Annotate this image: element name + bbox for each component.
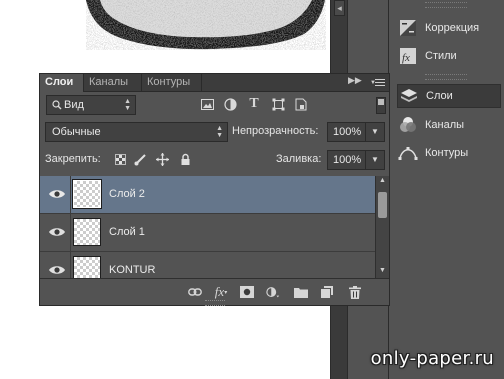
dock-item-label: Контуры	[425, 147, 469, 159]
fill-field[interactable]: 100% ▼	[327, 150, 385, 170]
filter-toggle-switch[interactable]	[376, 97, 386, 114]
layer-thumbnail	[73, 218, 101, 246]
layer-row[interactable]: KONTUR	[40, 252, 375, 278]
layer-name[interactable]: KONTUR	[109, 264, 155, 276]
eye-icon[interactable]	[48, 188, 66, 200]
lock-label: Закрепить:	[45, 153, 101, 165]
dock-item-paths[interactable]: Контуры	[397, 141, 501, 165]
dock-item-adjustments[interactable]: Коррекция	[397, 16, 501, 40]
new-layer-icon[interactable]	[320, 286, 334, 298]
dock-item-label: Стили	[425, 50, 457, 62]
dock-scroll-button[interactable]: ◂	[334, 0, 345, 16]
lock-all-icon[interactable]	[179, 153, 192, 166]
layer-name[interactable]: Слой 1	[109, 226, 145, 238]
scroll-down-icon[interactable]: ▼	[376, 266, 389, 276]
opacity-label: Непрозрачность:	[232, 125, 319, 137]
collapse-arrows-icon[interactable]: ▶▶	[348, 75, 362, 86]
channels-icon	[397, 115, 419, 135]
layer-name[interactable]: Слой 2	[109, 188, 145, 200]
tab-channels[interactable]: Каналы	[84, 74, 142, 91]
chevron-down-icon[interactable]: ▼	[365, 123, 384, 141]
dock-grip[interactable]	[425, 2, 467, 8]
panel-dock: Коррекция fx Стили Слои Каналы Контуры	[388, 0, 504, 379]
adjustment-filter-icon[interactable]	[223, 97, 237, 111]
layer-row[interactable]: Слой 2	[40, 176, 375, 214]
layer-filter-value: Вид	[64, 99, 84, 111]
type-filter-icon[interactable]: T	[247, 96, 261, 111]
tab-paths[interactable]: Контуры	[142, 74, 202, 91]
fill-label: Заливка:	[276, 153, 322, 165]
link-layers-icon[interactable]	[188, 286, 202, 298]
trash-icon[interactable]	[348, 285, 362, 299]
layers-icon	[398, 86, 420, 106]
scroll-up-icon[interactable]: ▲	[376, 176, 389, 186]
styles-icon: fx	[397, 46, 419, 66]
lock-pixels-icon[interactable]	[134, 153, 147, 166]
image-filter-icon[interactable]	[200, 97, 214, 111]
updown-arrows-icon: ▲ ▼	[216, 125, 223, 139]
panel-resize-grip[interactable]	[205, 300, 225, 306]
dock-item-layers[interactable]: Слои	[397, 84, 501, 108]
search-icon	[52, 96, 62, 120]
new-group-icon[interactable]	[294, 286, 308, 298]
eye-icon[interactable]	[48, 264, 66, 276]
dock-item-styles[interactable]: fx Стили	[397, 44, 501, 68]
watermark-text: only-paper.ru	[370, 348, 494, 369]
svg-text:fx: fx	[402, 52, 410, 64]
tab-layers[interactable]: Слои	[40, 74, 84, 92]
layers-panel: Слои Каналы Контуры ▶▶ ▼ Вид ▲ ▼ T Обычны…	[39, 73, 390, 306]
opacity-value: 100%	[333, 126, 362, 138]
dock-item-label: Каналы	[425, 119, 465, 131]
chevron-down-icon[interactable]: ▼	[365, 151, 384, 169]
panel-menu-icon[interactable]: ▼	[370, 76, 386, 88]
dock-item-channels[interactable]: Каналы	[397, 113, 501, 137]
dock-grip[interactable]	[425, 74, 467, 80]
layer-thumbnail	[73, 256, 101, 278]
lock-transparency-icon[interactable]	[114, 153, 127, 166]
scrollbar-thumb[interactable]	[378, 192, 387, 218]
smart-object-filter-icon[interactable]	[294, 97, 308, 111]
blend-mode-value: Обычные	[52, 126, 101, 138]
paths-icon	[397, 143, 419, 163]
fx-icon[interactable]: fx ▾	[214, 284, 228, 299]
layer-row[interactable]: Слой 1	[40, 214, 375, 252]
dock-item-label: Коррекция	[425, 22, 480, 34]
panel-tab-bar: Слои Каналы Контуры ▶▶ ▼	[40, 74, 389, 92]
lock-position-icon[interactable]	[156, 153, 169, 166]
shape-filter-icon[interactable]	[271, 97, 285, 111]
layer-thumbnail	[72, 179, 102, 209]
adjustment-layer-icon[interactable]	[266, 286, 280, 298]
eye-icon[interactable]	[48, 226, 66, 238]
layers-list: Слой 2 Слой 1 KONTUR	[40, 176, 375, 278]
fill-value: 100%	[333, 154, 362, 166]
add-mask-icon[interactable]	[240, 286, 254, 298]
opacity-field[interactable]: 100% ▼	[327, 122, 385, 142]
layers-scrollbar[interactable]: ▲ ▼	[375, 176, 389, 278]
blend-mode-select[interactable]: Обычные ▲ ▼	[45, 122, 228, 142]
dock-item-label: Слои	[426, 90, 453, 102]
adjustments-icon	[397, 18, 419, 38]
layer-filter-select[interactable]: Вид ▲ ▼	[46, 95, 136, 115]
updown-arrows-icon: ▲ ▼	[124, 98, 131, 112]
